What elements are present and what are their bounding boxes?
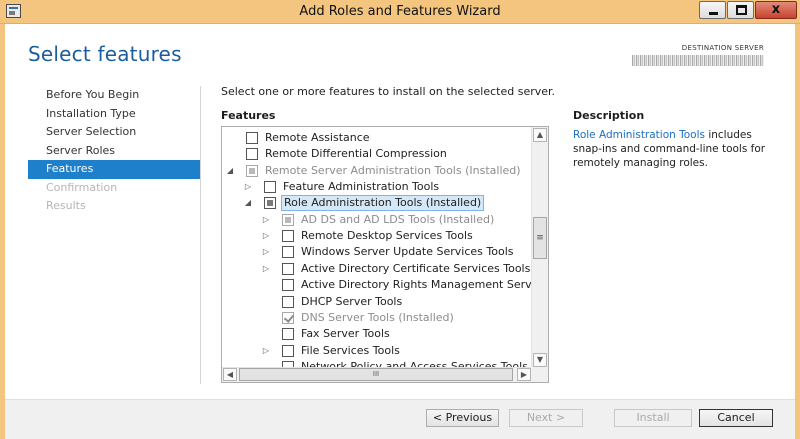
tree-item[interactable]: Fax Server Tools [222, 326, 532, 342]
tree-item[interactable]: Active Directory Rights Management Servi… [222, 277, 532, 293]
scroll-down-button[interactable]: ▼ [533, 353, 547, 367]
cancel-button[interactable]: Cancel [699, 409, 773, 427]
tree-item[interactable]: ▷ Remote Desktop Services Tools [222, 228, 532, 244]
feature-checkbox[interactable] [246, 132, 258, 144]
horizontal-scroll-thumb[interactable]: III [239, 368, 513, 381]
feature-label[interactable]: DNS Server Tools (Installed) [299, 310, 456, 326]
feature-checkbox[interactable] [264, 197, 276, 210]
feature-label[interactable]: File Services Tools [299, 343, 402, 359]
description-link[interactable]: Role Administration Tools [573, 129, 705, 141]
expand-arrow-icon[interactable]: ▷ [261, 263, 271, 275]
window-title: Add Roles and Features Wizard [299, 4, 501, 19]
feature-label[interactable]: Remote Server Administration Tools (Inst… [263, 163, 523, 179]
feature-checkbox[interactable] [282, 262, 294, 275]
tree-item[interactable]: ◢ Role Administration Tools (Installed) [222, 195, 532, 212]
collapse-arrow-icon[interactable]: ◢ [225, 165, 235, 177]
feature-label[interactable]: Feature Administration Tools [281, 179, 441, 195]
tree-item[interactable]: ◢ Remote Server Administration Tools (Ins… [222, 163, 532, 179]
page-title: Select features [28, 42, 182, 66]
tree-item[interactable]: Remote Differential Compression [222, 146, 532, 162]
tree-item[interactable]: ▷ Windows Server Update Services Tools [222, 244, 532, 260]
feature-label[interactable]: Remote Desktop Services Tools [299, 228, 475, 244]
expand-arrow-icon[interactable]: ▷ [261, 246, 271, 258]
tree-item[interactable]: ▷ Active Directory Certificate Services T… [222, 261, 532, 277]
previous-button[interactable]: < Previous [426, 409, 499, 427]
destination-server-name-redacted [632, 55, 764, 66]
nav-item-before-you-begin[interactable]: Before You Begin [28, 86, 200, 105]
feature-checkbox[interactable] [282, 246, 294, 259]
feature-label[interactable]: Active Directory Certificate Services To… [299, 261, 532, 277]
expand-arrow-icon[interactable]: ▷ [261, 345, 271, 357]
maximize-button[interactable] [727, 1, 754, 19]
expand-arrow-icon[interactable]: ▷ [261, 214, 271, 226]
next-button[interactable]: Next > [509, 409, 583, 427]
maximize-icon [736, 5, 747, 15]
tree-item[interactable]: Remote Assistance [222, 130, 532, 146]
wizard-navigation: Before You Begin Installation Type Server … [28, 86, 200, 216]
window-frame-right [795, 24, 800, 439]
vertical-scroll-thumb[interactable]: ≡ [533, 217, 547, 259]
expand-arrow-icon[interactable]: ▷ [261, 230, 271, 242]
features-tree[interactable]: Remote Assistance Remote Differential Com… [221, 126, 549, 383]
minimize-button[interactable] [699, 1, 726, 19]
destination-server: DESTINATION SERVER [632, 44, 764, 66]
feature-checkbox[interactable] [282, 230, 294, 243]
nav-item-confirmation: Confirmation [46, 180, 118, 194]
description-header: Description [573, 109, 645, 122]
nav-item-server-roles[interactable]: Server Roles [28, 142, 200, 161]
feature-label[interactable]: DHCP Server Tools [299, 294, 404, 310]
features-header: Features [221, 109, 276, 122]
feature-checkbox[interactable] [264, 181, 276, 194]
feature-label[interactable]: AD DS and AD LDS Tools (Installed) [299, 212, 496, 228]
minimize-icon [709, 12, 718, 15]
nav-item-features[interactable]: Features [28, 160, 200, 179]
nav-item-server-selection[interactable]: Server Selection [28, 123, 200, 142]
feature-label[interactable]: Remote Assistance [263, 130, 372, 146]
expand-arrow-icon[interactable]: ▷ [243, 181, 253, 193]
feature-label[interactable]: Active Directory Rights Management Servi… [299, 277, 532, 293]
feature-checkbox[interactable] [282, 213, 294, 226]
tree-item[interactable]: DNS Server Tools (Installed) [222, 310, 532, 326]
close-icon: x [771, 2, 781, 17]
tree-item[interactable]: DHCP Server Tools [222, 294, 532, 310]
tree-item[interactable]: ▷ AD DS and AD LDS Tools (Installed) [222, 212, 532, 228]
nav-item-results: Results [46, 199, 86, 212]
feature-checkbox[interactable] [246, 164, 258, 177]
horizontal-scrollbar[interactable]: ◀ III ▶ [222, 367, 532, 382]
feature-checkbox[interactable] [282, 295, 294, 308]
feature-checkbox[interactable] [282, 279, 294, 292]
vertical-scrollbar[interactable]: ▲ ≡ ▼ [531, 127, 548, 368]
feature-label[interactable]: Windows Server Update Services Tools [299, 244, 515, 260]
install-button[interactable]: Install [614, 409, 692, 427]
title-bar: Add Roles and Features Wizard x [0, 0, 800, 24]
window-frame-left [0, 24, 5, 439]
scroll-left-button[interactable]: ◀ [223, 368, 237, 381]
nav-item-installation-type[interactable]: Installation Type [28, 105, 200, 124]
collapse-arrow-icon[interactable]: ◢ [243, 197, 253, 209]
tree-item[interactable]: ▷ Feature Administration Tools [222, 179, 532, 195]
feature-label[interactable]: Role Administration Tools (Installed) [281, 195, 485, 212]
tree-item[interactable]: ▷ File Services Tools [222, 343, 532, 359]
scroll-right-button[interactable]: ▶ [517, 368, 531, 381]
scroll-up-button[interactable]: ▲ [533, 128, 547, 142]
instruction-text: Select one or more features to install o… [221, 85, 556, 98]
close-button[interactable]: x [755, 1, 797, 19]
feature-label[interactable]: Remote Differential Compression [263, 146, 449, 162]
scroll-corner [531, 367, 548, 382]
destination-server-label: DESTINATION SERVER [681, 44, 764, 52]
features-tree-viewport: Remote Assistance Remote Differential Com… [222, 127, 532, 368]
feature-checkbox[interactable] [282, 311, 294, 324]
feature-checkbox[interactable] [246, 148, 258, 161]
feature-checkbox[interactable] [282, 328, 294, 341]
nav-divider [200, 86, 201, 384]
description-text: Role Administration Tools includes snap-… [573, 128, 773, 170]
feature-label[interactable]: Fax Server Tools [299, 326, 392, 342]
feature-checkbox[interactable] [282, 344, 294, 357]
